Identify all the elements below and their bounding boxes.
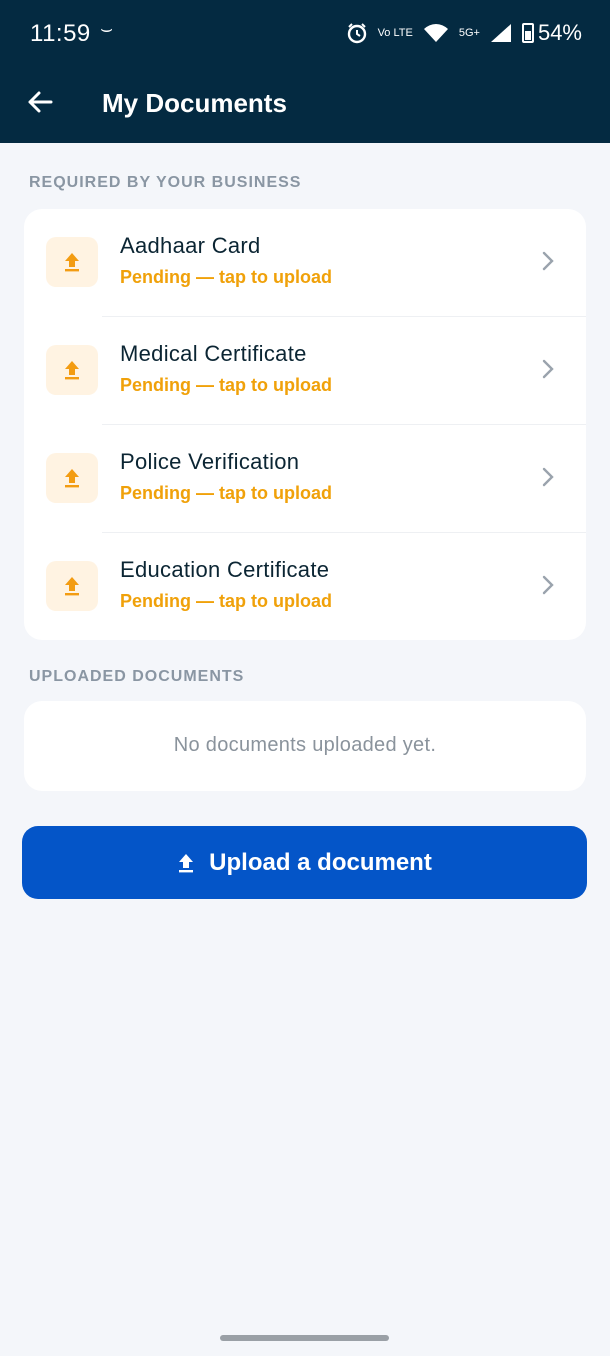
required-section-label: REQUIRED BY YOUR BUSINESS bbox=[29, 174, 302, 191]
upload-document-button[interactable]: Upload a document bbox=[22, 826, 587, 899]
document-status: Pending — tap to upload bbox=[120, 483, 332, 503]
empty-state-text: No documents uploaded yet. bbox=[173, 734, 437, 756]
chevron-right-icon bbox=[542, 251, 554, 271]
upload-icon bbox=[46, 345, 98, 395]
wifi-icon bbox=[423, 24, 448, 42]
battery-percent: 54% bbox=[537, 20, 582, 45]
toolbar: My Documents bbox=[0, 68, 610, 143]
document-name: Education Certificate bbox=[120, 557, 330, 582]
chevron-right-icon bbox=[542, 359, 554, 379]
document-item-aadhaar[interactable]: Aadhaar Card Pending — tap to upload bbox=[24, 209, 586, 317]
app-bar: 11:59 ⌣ Vo LTE 5G+ 54% My Documents bbox=[0, 0, 610, 143]
network-type: 5G+ bbox=[458, 26, 480, 39]
chevron-right-icon bbox=[542, 575, 554, 595]
document-name: Aadhaar Card bbox=[120, 233, 261, 258]
upload-icon bbox=[46, 561, 98, 611]
status-icons: Vo LTE 5G+ 54% bbox=[346, 20, 582, 46]
document-item-police[interactable]: Police Verification Pending — tap to upl… bbox=[24, 425, 586, 533]
uploaded-documents-card: No documents uploaded yet. bbox=[24, 701, 586, 791]
volte-icon: Vo LTE bbox=[377, 26, 413, 39]
required-documents-list: Aadhaar Card Pending — tap to upload Med… bbox=[24, 209, 586, 640]
uploaded-section-label: UPLOADED DOCUMENTS bbox=[29, 668, 245, 685]
notification-icon: ⌣ bbox=[100, 18, 114, 40]
document-name: Police Verification bbox=[120, 449, 300, 474]
document-status: Pending — tap to upload bbox=[120, 267, 332, 287]
alarm-icon bbox=[347, 23, 366, 44]
document-status: Pending — tap to upload bbox=[120, 375, 332, 395]
upload-icon bbox=[179, 853, 194, 872]
upload-icon bbox=[46, 237, 98, 287]
status-time: 11:59 bbox=[30, 20, 91, 47]
status-bar: 11:59 ⌣ Vo LTE 5G+ 54% bbox=[0, 0, 610, 68]
document-name: Medical Certificate bbox=[120, 341, 307, 366]
document-item-education[interactable]: Education Certificate Pending — tap to u… bbox=[24, 533, 586, 641]
document-item-medical[interactable]: Medical Certificate Pending — tap to upl… bbox=[24, 317, 586, 425]
page-title: My Documents bbox=[102, 88, 287, 118]
home-indicator[interactable] bbox=[220, 1335, 389, 1341]
signal-icon bbox=[490, 24, 511, 42]
battery-icon bbox=[521, 23, 534, 43]
chevron-right-icon bbox=[542, 467, 554, 487]
upload-icon bbox=[46, 453, 98, 503]
back-arrow-icon[interactable] bbox=[24, 86, 56, 118]
battery-indicator: 54% bbox=[521, 20, 582, 46]
upload-button-label: Upload a document bbox=[209, 848, 432, 876]
document-status: Pending — tap to upload bbox=[120, 591, 332, 611]
